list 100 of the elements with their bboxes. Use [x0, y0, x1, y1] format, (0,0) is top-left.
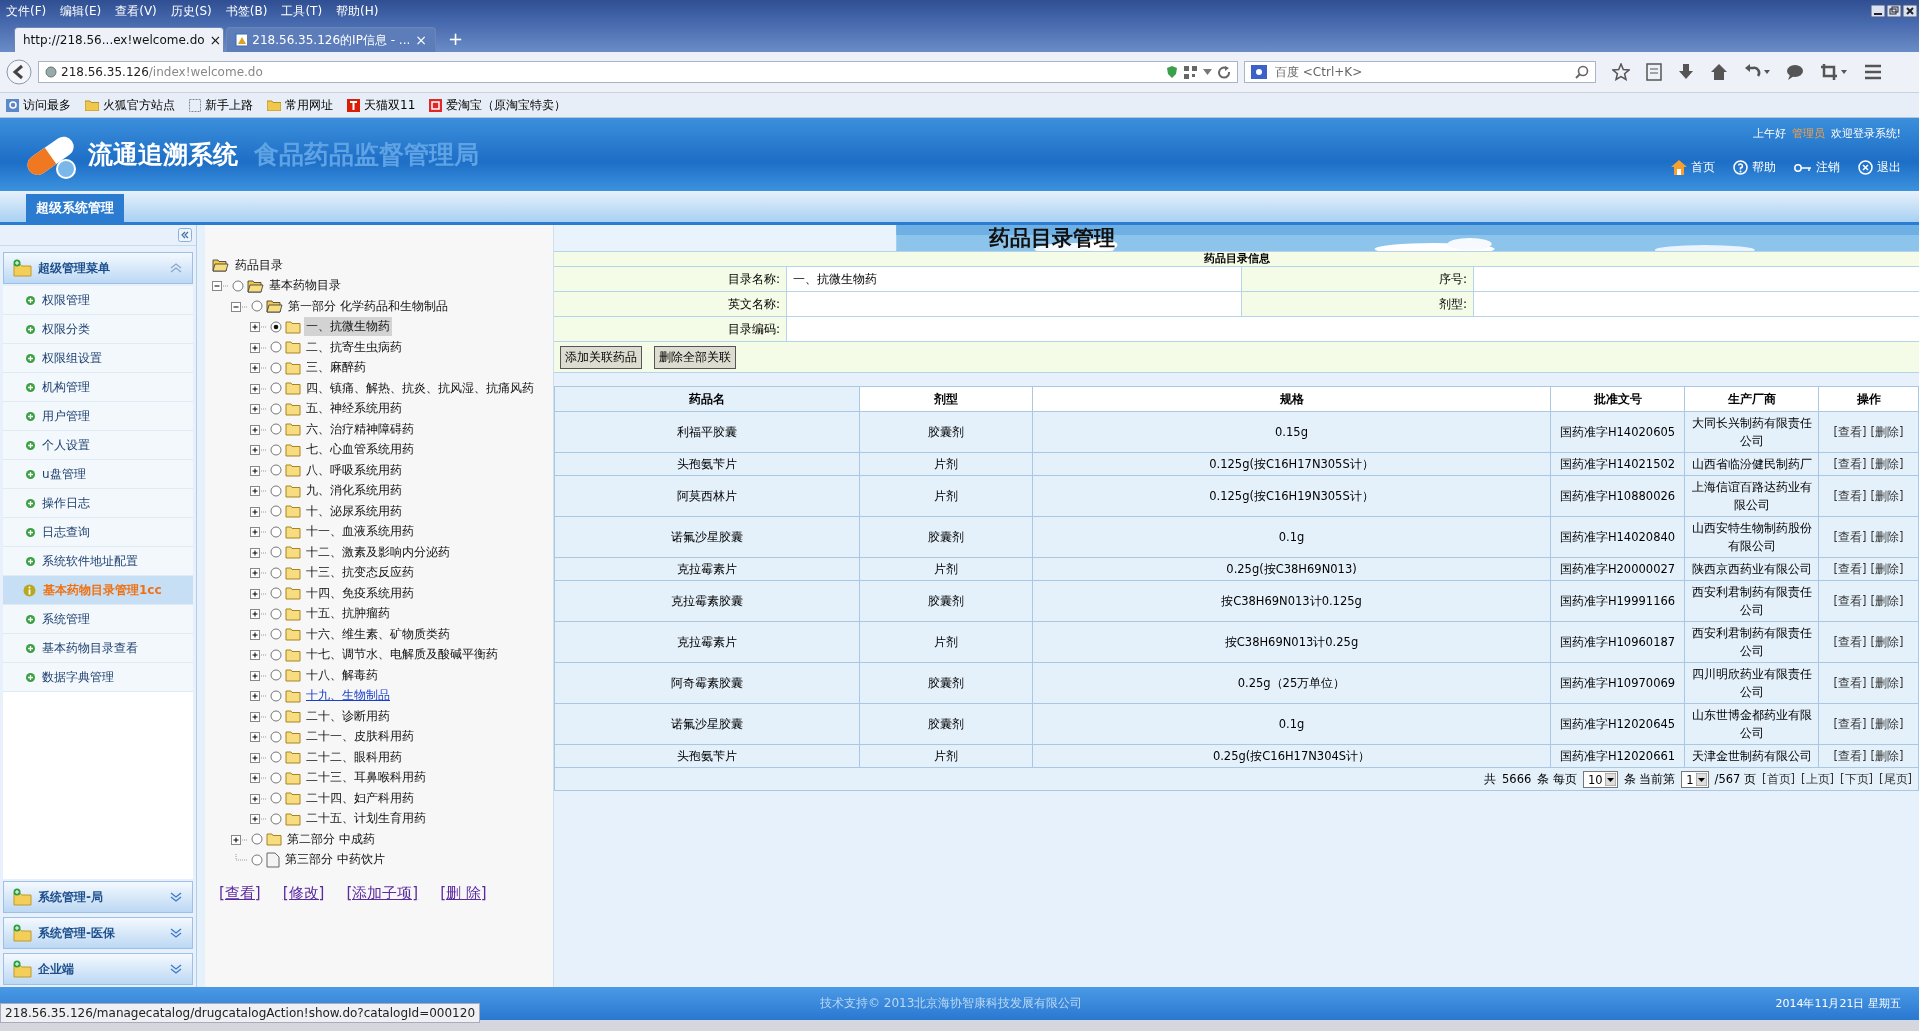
module-tab[interactable]: 超级系统管理	[26, 194, 124, 222]
tree-node[interactable]: 十一、血液系统用药	[304, 522, 416, 542]
sidebar-item[interactable]: 权限管理	[3, 286, 193, 315]
close-tab-button[interactable]: ×	[415, 32, 427, 48]
menu-item[interactable]: 查看(V)	[115, 2, 157, 20]
sidebar-item[interactable]: 权限分类	[3, 315, 193, 344]
radio-button[interactable]	[270, 525, 282, 538]
header-link[interactable]: 退出	[1858, 159, 1901, 176]
expand-toggle-icon[interactable]	[250, 608, 267, 620]
expand-toggle-icon[interactable]	[250, 751, 267, 763]
chat-icon[interactable]	[1786, 64, 1804, 80]
tree-node[interactable]: 十四、免疫系统用药	[304, 583, 416, 603]
tree-node[interactable]: 三、麻醉药	[304, 358, 368, 378]
row-action-link[interactable]: [删除]	[1870, 749, 1904, 763]
radio-button[interactable]	[270, 341, 282, 354]
collapse-toggle-icon[interactable]	[212, 280, 229, 292]
menu-group-header[interactable]: 企业端	[3, 953, 193, 985]
radio-button[interactable]	[251, 853, 263, 866]
row-action-link[interactable]: [删除]	[1870, 425, 1904, 439]
search-input[interactable]: 百度 <Ctrl+K>	[1273, 64, 1569, 80]
expand-toggle-icon[interactable]	[250, 772, 267, 784]
expand-toggle-icon[interactable]	[250, 321, 267, 333]
row-action-link[interactable]: [查看]	[1833, 749, 1867, 763]
expand-toggle-icon[interactable]	[250, 382, 267, 394]
sidebar-item[interactable]: 操作日志	[3, 489, 193, 518]
radio-button[interactable]	[270, 689, 282, 702]
row-action-link[interactable]: [删除]	[1870, 489, 1904, 503]
page-size-select[interactable]: 10	[1582, 771, 1618, 788]
download-icon[interactable]	[1678, 63, 1694, 81]
tree-node[interactable]: 二十三、耳鼻喉科用药	[304, 768, 428, 788]
bookmark[interactable]: 访问最多	[6, 96, 71, 114]
tree-node[interactable]: 十八、解毒药	[304, 665, 380, 685]
menu-item[interactable]: 帮助(H)	[336, 2, 379, 20]
expand-toggle-icon[interactable]	[250, 567, 267, 579]
expand-toggle-icon[interactable]	[250, 792, 267, 804]
row-action-link[interactable]: [查看]	[1833, 530, 1867, 544]
browser-tab[interactable]: 218.56.35.126的IP信息 - ... ×	[226, 27, 436, 52]
radio-button[interactable]	[270, 771, 282, 784]
action-button[interactable]: 删除全部关联	[654, 345, 736, 369]
radio-button[interactable]	[270, 607, 282, 620]
expand-toggle-icon[interactable]	[250, 731, 267, 743]
menu-item[interactable]: 工具(T)	[281, 2, 323, 20]
sidebar-item[interactable]: u盘管理	[3, 460, 193, 489]
bookmark[interactable]: 新手上路	[189, 96, 253, 114]
radio-button[interactable]	[270, 443, 282, 456]
action-button[interactable]: 添加关联药品	[560, 345, 642, 369]
menu-icon[interactable]	[1864, 64, 1882, 80]
row-action-link[interactable]: [删除]	[1870, 457, 1904, 471]
collapse-icon[interactable]	[178, 228, 192, 242]
radio-button[interactable]	[270, 320, 282, 333]
minimize-icon[interactable]	[1871, 5, 1885, 17]
tree-node[interactable]: 基本药物目录	[267, 276, 343, 296]
header-link[interactable]: 帮助	[1733, 159, 1776, 176]
pager-link[interactable]: [首页]	[1762, 772, 1796, 786]
radio-button[interactable]	[251, 300, 263, 313]
radio-button[interactable]	[270, 751, 282, 764]
radio-button[interactable]	[270, 464, 282, 477]
tree-node[interactable]: 六、治疗精神障碍药	[304, 419, 416, 439]
tree-action-link[interactable]: [添加子项]	[340, 884, 425, 903]
tree-node[interactable]: 二十、诊断用药	[304, 706, 392, 726]
radio-button[interactable]	[251, 833, 263, 846]
expand-toggle-icon[interactable]	[250, 649, 267, 661]
expand-toggle-icon[interactable]	[250, 464, 267, 476]
expand-toggle-icon[interactable]	[250, 444, 267, 456]
radio-button[interactable]	[270, 628, 282, 641]
radio-button[interactable]	[270, 402, 282, 415]
row-action-link[interactable]: [删除]	[1870, 530, 1904, 544]
tree-node[interactable]: 十五、抗肿瘤药	[304, 604, 392, 624]
tree-node[interactable]: 十九、生物制品	[304, 686, 392, 706]
bookmarks-icon[interactable]	[1646, 63, 1662, 81]
restore-icon[interactable]	[1887, 5, 1901, 17]
tree-node[interactable]: 五、神经系统用药	[304, 399, 404, 419]
row-action-link[interactable]: [查看]	[1833, 457, 1867, 471]
expand-toggle-icon[interactable]	[250, 587, 267, 599]
radio-button[interactable]	[270, 587, 282, 600]
radio-button[interactable]	[270, 710, 282, 723]
radio-button[interactable]	[232, 279, 244, 292]
bookmark[interactable]: 常用网址	[267, 96, 333, 114]
radio-button[interactable]	[270, 484, 282, 497]
menu-group-header[interactable]: 超级管理菜单	[3, 252, 193, 284]
tree-node[interactable]: 九、消化系统用药	[304, 481, 404, 501]
row-action-link[interactable]: [删除]	[1870, 676, 1904, 690]
tree-node[interactable]: 二、抗寄生虫病药	[304, 337, 404, 357]
sidebar-item[interactable]: 用户管理	[3, 402, 193, 431]
row-action-link[interactable]: [查看]	[1833, 562, 1867, 576]
tree-node[interactable]: 四、镇痛、解热、抗炎、抗风湿、抗痛风药	[304, 378, 536, 398]
collapse-toggle-icon[interactable]	[231, 300, 248, 312]
menu-item[interactable]: 文件(F)	[6, 2, 47, 20]
row-action-link[interactable]: [查看]	[1833, 717, 1867, 731]
radio-button[interactable]	[270, 730, 282, 743]
row-action-link[interactable]: [查看]	[1833, 594, 1867, 608]
expand-toggle-icon[interactable]	[250, 505, 267, 517]
tree-node[interactable]: 二十五、计划生育用药	[304, 809, 428, 829]
bookmark[interactable]: 天猫双11	[347, 96, 416, 114]
radio-button[interactable]	[270, 792, 282, 805]
row-action-link[interactable]: [删除]	[1870, 635, 1904, 649]
row-action-link[interactable]: [查看]	[1833, 489, 1867, 503]
bookmark[interactable]: 火狐官方站点	[85, 96, 175, 114]
radio-button[interactable]	[270, 812, 282, 825]
tree-action-link[interactable]: [修改]	[276, 884, 331, 903]
